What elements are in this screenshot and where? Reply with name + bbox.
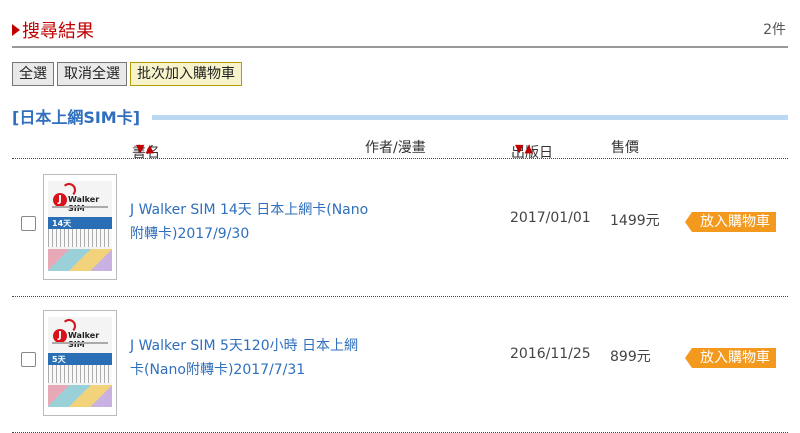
page-title-text: 搜尋結果	[22, 21, 94, 42]
col-author: 作者/漫畫	[365, 140, 426, 156]
results-header: 搜尋結果 2件	[12, 0, 788, 48]
product-name-link[interactable]: J Walker SIM 5天120小時 日本上網卡(Nano附轉卡)2017/…	[130, 334, 370, 382]
publish-date: 2016/11/25	[510, 346, 591, 362]
row-checkbox[interactable]	[21, 352, 36, 367]
table-row: J Walker SIM 5天 J Walker SIM 5天120小時 日本上…	[12, 296, 788, 433]
page-title: 搜尋結果	[12, 17, 94, 43]
product-thumbnail[interactable]: J Walker SIM 14天	[43, 174, 117, 280]
publish-date: 2017/01/01	[510, 210, 591, 226]
thumb-pattern	[48, 385, 112, 407]
cancel-select-all-button[interactable]: 取消全選	[57, 62, 127, 86]
batch-add-to-cart-button[interactable]: 批次加入購物車	[130, 62, 242, 86]
category-heading: [日本上網SIM卡]	[12, 104, 788, 128]
thumb-subtitle-line	[52, 206, 108, 208]
brand-logo-text: Walker SIM	[68, 331, 100, 349]
action-bar: 全選 取消全選 批次加入購物車	[12, 62, 242, 86]
category-label: [日本上網SIM卡]	[12, 108, 141, 127]
thumb-days: 14天	[52, 219, 72, 228]
result-count: 2件	[763, 22, 786, 38]
thumb-subtitle-line	[52, 342, 108, 344]
thumb-days: 5天	[52, 355, 66, 364]
price: 1499元	[610, 213, 660, 229]
price: 899元	[610, 349, 651, 365]
sort-date-icon[interactable]: ▼▲	[515, 142, 534, 155]
table-header: 書名 ▼▲ 作者/漫畫 出版日 ▼▲ 售價	[12, 132, 788, 161]
sort-name-icon[interactable]: ▼▲	[136, 142, 155, 155]
category-divider	[152, 115, 788, 120]
add-to-cart-button[interactable]: 放入購物車	[685, 348, 776, 368]
brand-logo-j: J	[53, 329, 67, 343]
thumb-text-area	[48, 365, 112, 383]
row-checkbox[interactable]	[21, 216, 36, 231]
brand-logo-text: Walker SIM	[68, 195, 100, 213]
thumb-pattern	[48, 249, 112, 271]
thumb-text-area	[48, 229, 112, 247]
col-price: 售價	[611, 140, 639, 156]
add-to-cart-button[interactable]: 放入購物車	[685, 212, 776, 232]
table-row: J Walker SIM 14天 J Walker SIM 14天 日本上網卡(…	[12, 160, 788, 297]
brand-logo-j: J	[53, 193, 67, 207]
triangle-right-icon	[12, 24, 20, 36]
product-name-link[interactable]: J Walker SIM 14天 日本上網卡(Nano附轉卡)2017/9/30	[130, 198, 370, 246]
select-all-button[interactable]: 全選	[12, 62, 54, 86]
product-thumbnail[interactable]: J Walker SIM 5天	[43, 310, 117, 416]
